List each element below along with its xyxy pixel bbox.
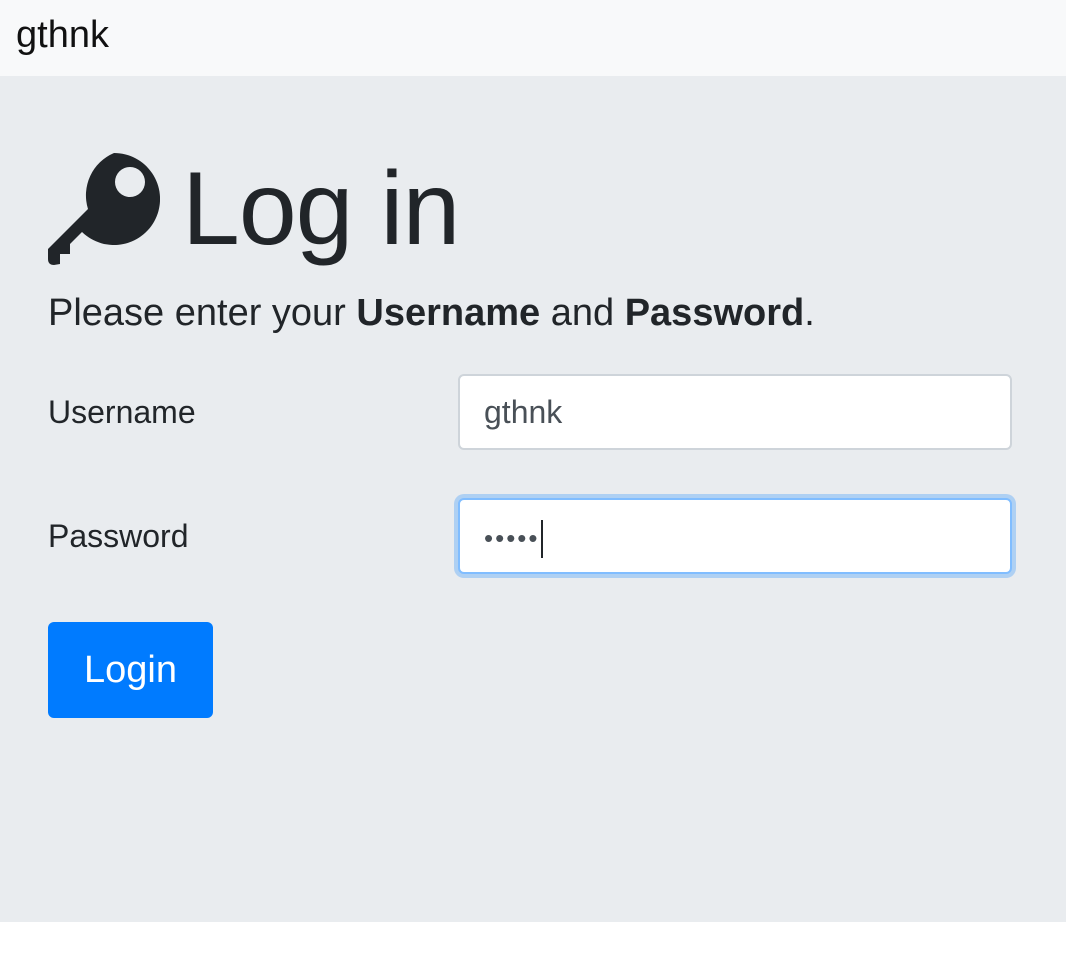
username-row: Username [48, 374, 1012, 450]
brand-link[interactable]: gthnk [16, 12, 109, 58]
navbar: gthnk [0, 0, 1066, 76]
text-caret [540, 519, 543, 558]
page-heading: Log in [48, 148, 460, 270]
lead-text: Please enter your [48, 292, 357, 334]
password-row: Password ••••• [48, 498, 1012, 574]
lead-username-emphasis: Username [356, 292, 541, 334]
username-label: Username [48, 394, 196, 430]
password-input[interactable]: ••••• [458, 498, 1012, 574]
login-instructions: Please enter your Username and Password. [48, 290, 815, 336]
lead-password-emphasis: Password [624, 292, 805, 334]
username-input[interactable] [458, 374, 1012, 450]
login-button[interactable]: Login [48, 622, 213, 718]
lead-text: . [804, 292, 815, 334]
password-label: Password [48, 518, 189, 554]
password-mask: ••••• [484, 523, 540, 553]
key-icon [48, 153, 160, 265]
lead-text: and [540, 292, 625, 334]
page-title: Log in [182, 151, 460, 267]
